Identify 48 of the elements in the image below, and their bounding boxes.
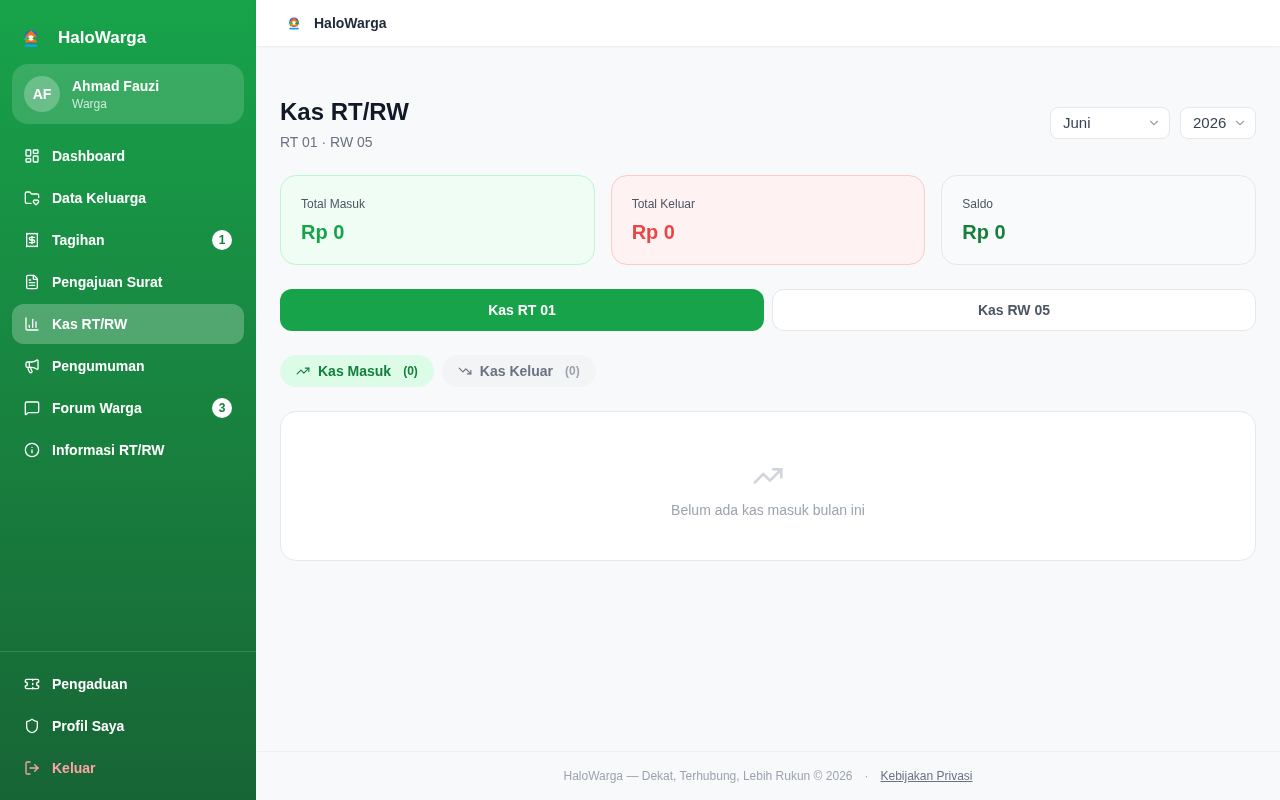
year-select[interactable]: 2026 <box>1180 107 1256 139</box>
privacy-link[interactable]: Kebijakan Privasi <box>880 768 973 784</box>
nav-item[interactable]: Tagihan 1 <box>12 220 244 260</box>
nav-item[interactable]: Profil Saya <box>12 706 244 746</box>
shield-icon <box>24 718 40 734</box>
grid-icon <box>24 148 40 164</box>
receipt-icon <box>24 232 40 248</box>
nav-item[interactable]: Pengajuan Surat <box>12 262 244 302</box>
footer-separator: · <box>864 768 869 784</box>
info-icon <box>24 442 40 458</box>
notification-count: 1 <box>212 230 232 250</box>
stat-label: Total Keluar <box>631 196 697 212</box>
nav-item[interactable]: Kas RT/RW <box>12 304 244 344</box>
empty-message: Belum ada kas masuk bulan ini <box>671 501 865 520</box>
brand-name: HaloWarga <box>314 14 387 33</box>
logout-icon <box>24 760 40 776</box>
avatar-initials: AF <box>24 76 60 112</box>
flow-tab[interactable]: Kas Masuk (0) <box>280 355 434 387</box>
stat-value: Rp 0 <box>301 220 346 245</box>
nav-item[interactable]: Data Keluarga <box>12 178 244 218</box>
brand-name: HaloWarga <box>58 27 147 50</box>
bar-chart-icon <box>24 316 40 332</box>
stat-value: Rp 0 <box>962 220 1007 245</box>
nav-item[interactable]: Pengaduan <box>12 664 244 704</box>
user-name: Ahmad Fauzi <box>72 77 160 96</box>
ticket-icon <box>24 676 40 692</box>
logout-link[interactable]: Keluar <box>12 748 244 788</box>
megaphone-icon <box>24 358 40 374</box>
stat-label: Total Masuk <box>301 196 367 212</box>
page-title: Kas RT/RW <box>280 97 409 127</box>
logo-icon <box>286 15 302 31</box>
page-subtitle: RT 01 · RW 05 <box>280 133 374 152</box>
chat-bubble-icon <box>24 400 40 416</box>
nav-item[interactable]: Pengumuman <box>12 346 244 386</box>
nav-item[interactable]: Forum Warga 3 <box>12 388 244 428</box>
nav-item[interactable]: Dashboard <box>12 136 244 176</box>
stat-value: Rp 0 <box>631 220 676 245</box>
user-role: Warga <box>72 96 108 112</box>
flow-tab[interactable]: Kas Keluar (0) <box>441 355 596 387</box>
notification-count: 3 <box>212 398 232 418</box>
stat-label: Saldo <box>962 196 995 212</box>
fund-tab[interactable]: Kas RT 01 <box>280 289 764 331</box>
fund-tab[interactable]: Kas RW 05 <box>772 289 1256 331</box>
nav-item[interactable]: Informasi RT/RW <box>12 430 244 470</box>
document-icon <box>24 274 40 290</box>
month-select[interactable]: Juni <box>1050 107 1170 139</box>
folder-heart-icon <box>24 190 40 206</box>
footer-text: HaloWarga — Dekat, Terhubung, Lebih Rukun © 2026 <box>563 768 853 784</box>
